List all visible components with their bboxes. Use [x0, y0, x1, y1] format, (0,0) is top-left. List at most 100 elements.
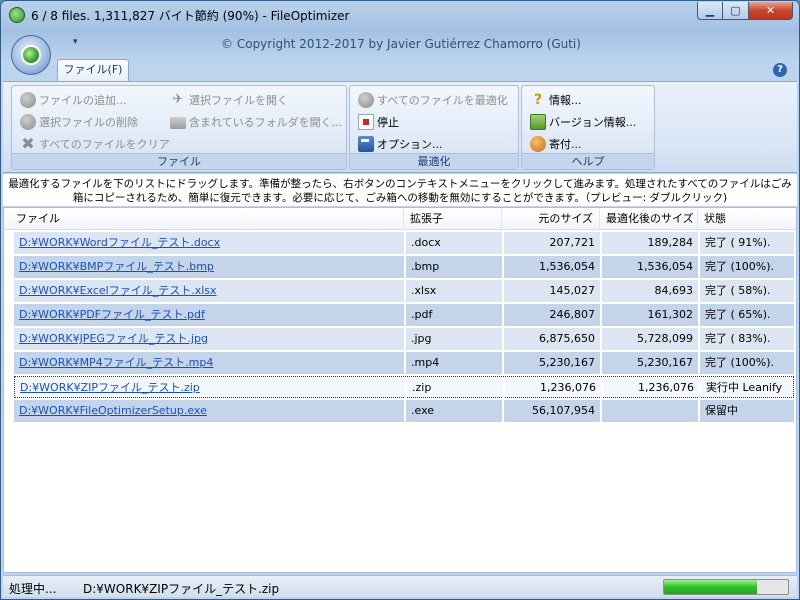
table-row-active[interactable]: D:¥WORK¥ZIPファイル_テスト.zip .zip 1,236,076 1…	[14, 376, 794, 399]
column-header-file[interactable]: ファイル	[10, 208, 404, 230]
group-help: ? 情報... バージョン情報... 寄付... ヘルプ	[521, 85, 655, 170]
optimized-size: 84,693	[602, 280, 700, 302]
window-controls: ▁ ▢ ✕	[697, 2, 793, 20]
column-header-optimized-size[interactable]: 最適化後のサイズ	[600, 208, 698, 230]
options-icon	[358, 136, 374, 152]
optimize-all-label: すべてのファイルを最適化	[377, 94, 508, 107]
original-size: 1,236,076	[505, 377, 603, 399]
ribbon: ファイルの追加... 選択ファイルの削除 ✖ すべてのファイルをクリア ✈ 選択…	[3, 81, 797, 173]
donate-label: 寄付...	[549, 138, 582, 151]
options-label: オプション...	[377, 138, 443, 151]
add-files-icon	[20, 92, 36, 108]
column-header-status[interactable]: 状態	[698, 208, 794, 230]
original-size: 1,536,054	[504, 256, 602, 278]
file-extension: .jpg	[406, 328, 504, 350]
file-extension: .mp4	[406, 352, 504, 374]
optimized-size	[602, 400, 700, 422]
status-text: 完了 (100%).	[705, 356, 775, 369]
stop-label: 停止	[377, 116, 399, 129]
open-selected-button[interactable]: ✈ 選択ファイルを開く	[170, 90, 288, 110]
info-button[interactable]: ? 情報...	[530, 90, 582, 110]
optimized-size: 189,284	[602, 232, 700, 254]
tab-file[interactable]: ファイル(F)	[57, 59, 129, 81]
app-window: 6 / 8 files. 1,311,827 バイト節約 (90%) - Fil…	[0, 0, 800, 600]
file-extension: .exe	[406, 400, 504, 422]
clear-all-label: すべてのファイルをクリア	[39, 138, 170, 151]
add-files-button[interactable]: ファイルの追加...	[20, 90, 127, 110]
file-path-link[interactable]: D:¥WORK¥JPEGファイル_テスト.jpg	[14, 328, 406, 350]
optimize-all-button[interactable]: すべてのファイルを最適化	[358, 90, 508, 110]
app-icon	[9, 7, 25, 23]
status-text: 保留中	[705, 404, 738, 417]
group-optimize: すべてのファイルを最適化 停止 オプション... 最適化	[349, 85, 519, 170]
open-folder-button[interactable]: 含まれているフォルダを開く...	[170, 112, 342, 132]
version-button[interactable]: バージョン情報...	[530, 112, 636, 132]
status-current-file: D:¥WORK¥ZIPファイル_テスト.zip	[83, 582, 280, 596]
status-text: 完了 ( 91%).	[705, 236, 771, 249]
folder-icon	[170, 117, 186, 129]
open-selected-label: 選択ファイルを開く	[189, 94, 288, 107]
minimize-button[interactable]: ▁	[697, 2, 723, 20]
table-row[interactable]: D:¥WORK¥FileOptimizerSetup.exe .exe 56,1…	[14, 400, 794, 422]
column-header-original-size[interactable]: 元のサイズ	[502, 208, 600, 230]
table-row[interactable]: D:¥WORK¥BMPファイル_テスト.bmp .bmp 1,536,054 1…	[14, 256, 794, 278]
progress-fill	[664, 580, 757, 594]
original-size: 145,027	[504, 280, 602, 302]
optimized-size: 1,536,054	[602, 256, 700, 278]
clear-x-icon: ✖	[21, 134, 35, 153]
stop-button[interactable]: 停止	[358, 112, 399, 132]
info-label: 情報...	[549, 94, 582, 107]
progress-bar	[663, 579, 789, 595]
status-state: 処理中...	[9, 582, 57, 596]
status-text: 完了 (100%).	[705, 260, 775, 273]
original-size: 5,230,167	[504, 352, 602, 374]
remove-selected-button[interactable]: 選択ファイルの削除	[20, 112, 138, 132]
help-icon[interactable]: ?	[773, 63, 787, 77]
maximize-button[interactable]: ▢	[723, 2, 749, 20]
table-row[interactable]: D:¥WORK¥Excelファイル_テスト.xlsx .xlsx 145,027…	[14, 280, 794, 302]
run-icon: ✈	[172, 92, 184, 107]
list-header: ファイル 拡張子 元のサイズ 最適化後のサイズ 状態	[4, 208, 796, 230]
file-path-link[interactable]: D:¥WORK¥Excelファイル_テスト.xlsx	[14, 280, 406, 302]
original-size: 6,875,650	[504, 328, 602, 350]
close-button[interactable]: ✕	[749, 2, 793, 20]
donate-icon	[530, 136, 546, 152]
file-extension: .docx	[406, 232, 504, 254]
group-file: ファイルの追加... 選択ファイルの削除 ✖ すべてのファイルをクリア ✈ 選択…	[11, 85, 347, 170]
status-text: 実行中 Leanify	[706, 381, 783, 394]
remove-selected-icon	[20, 114, 36, 130]
file-list[interactable]: ファイル 拡張子 元のサイズ 最適化後のサイズ 状態 D:¥WORK¥Wordフ…	[3, 207, 797, 573]
optimize-all-icon	[358, 92, 374, 108]
table-row[interactable]: D:¥WORK¥MP4ファイル_テスト.mp4 .mp4 5,230,167 5…	[14, 352, 794, 374]
copyright-text: © Copyright 2012-2017 by Javier Gutiérre…	[221, 37, 581, 51]
window-title: 6 / 8 files. 1,311,827 バイト節約 (90%) - Fil…	[31, 9, 350, 23]
table-row[interactable]: D:¥WORK¥Wordファイル_テスト.docx .docx 207,721 …	[14, 232, 794, 254]
optimized-size: 161,302	[602, 304, 700, 326]
table-row[interactable]: D:¥WORK¥PDFファイル_テスト.pdf .pdf 246,807 161…	[14, 304, 794, 326]
group-label-optimize: 最適化	[350, 153, 518, 169]
clear-all-button[interactable]: ✖ すべてのファイルをクリア	[20, 134, 170, 154]
table-row[interactable]: D:¥WORK¥JPEGファイル_テスト.jpg .jpg 6,875,650 …	[14, 328, 794, 350]
column-header-extension[interactable]: 拡張子	[404, 208, 502, 230]
status-text: 完了 ( 65%).	[705, 308, 771, 321]
file-extension: .xlsx	[406, 280, 504, 302]
file-path-link[interactable]: D:¥WORK¥Wordファイル_テスト.docx	[14, 232, 406, 254]
file-extension: .zip	[407, 377, 505, 399]
optimized-size: 1,236,076	[603, 377, 701, 399]
status-bar: 処理中... D:¥WORK¥ZIPファイル_テスト.zip	[3, 575, 797, 597]
file-extension: .pdf	[406, 304, 504, 326]
file-path-link[interactable]: D:¥WORK¥FileOptimizerSetup.exe	[14, 400, 406, 422]
file-path-link[interactable]: D:¥WORK¥ZIPファイル_テスト.zip	[15, 377, 407, 399]
file-extension: .bmp	[406, 256, 504, 278]
file-path-link[interactable]: D:¥WORK¥BMPファイル_テスト.bmp	[14, 256, 406, 278]
optimized-size: 5,728,099	[602, 328, 700, 350]
open-folder-label: 含まれているフォルダを開く...	[189, 116, 343, 129]
app-logo-icon	[21, 45, 41, 65]
file-path-link[interactable]: D:¥WORK¥PDFファイル_テスト.pdf	[14, 304, 406, 326]
original-size: 56,107,954	[504, 400, 602, 422]
donate-button[interactable]: 寄付...	[530, 134, 582, 154]
application-menu-button[interactable]	[11, 35, 51, 75]
file-path-link[interactable]: D:¥WORK¥MP4ファイル_テスト.mp4	[14, 352, 406, 374]
options-button[interactable]: オプション...	[358, 134, 443, 154]
remove-selected-label: 選択ファイルの削除	[39, 116, 138, 129]
